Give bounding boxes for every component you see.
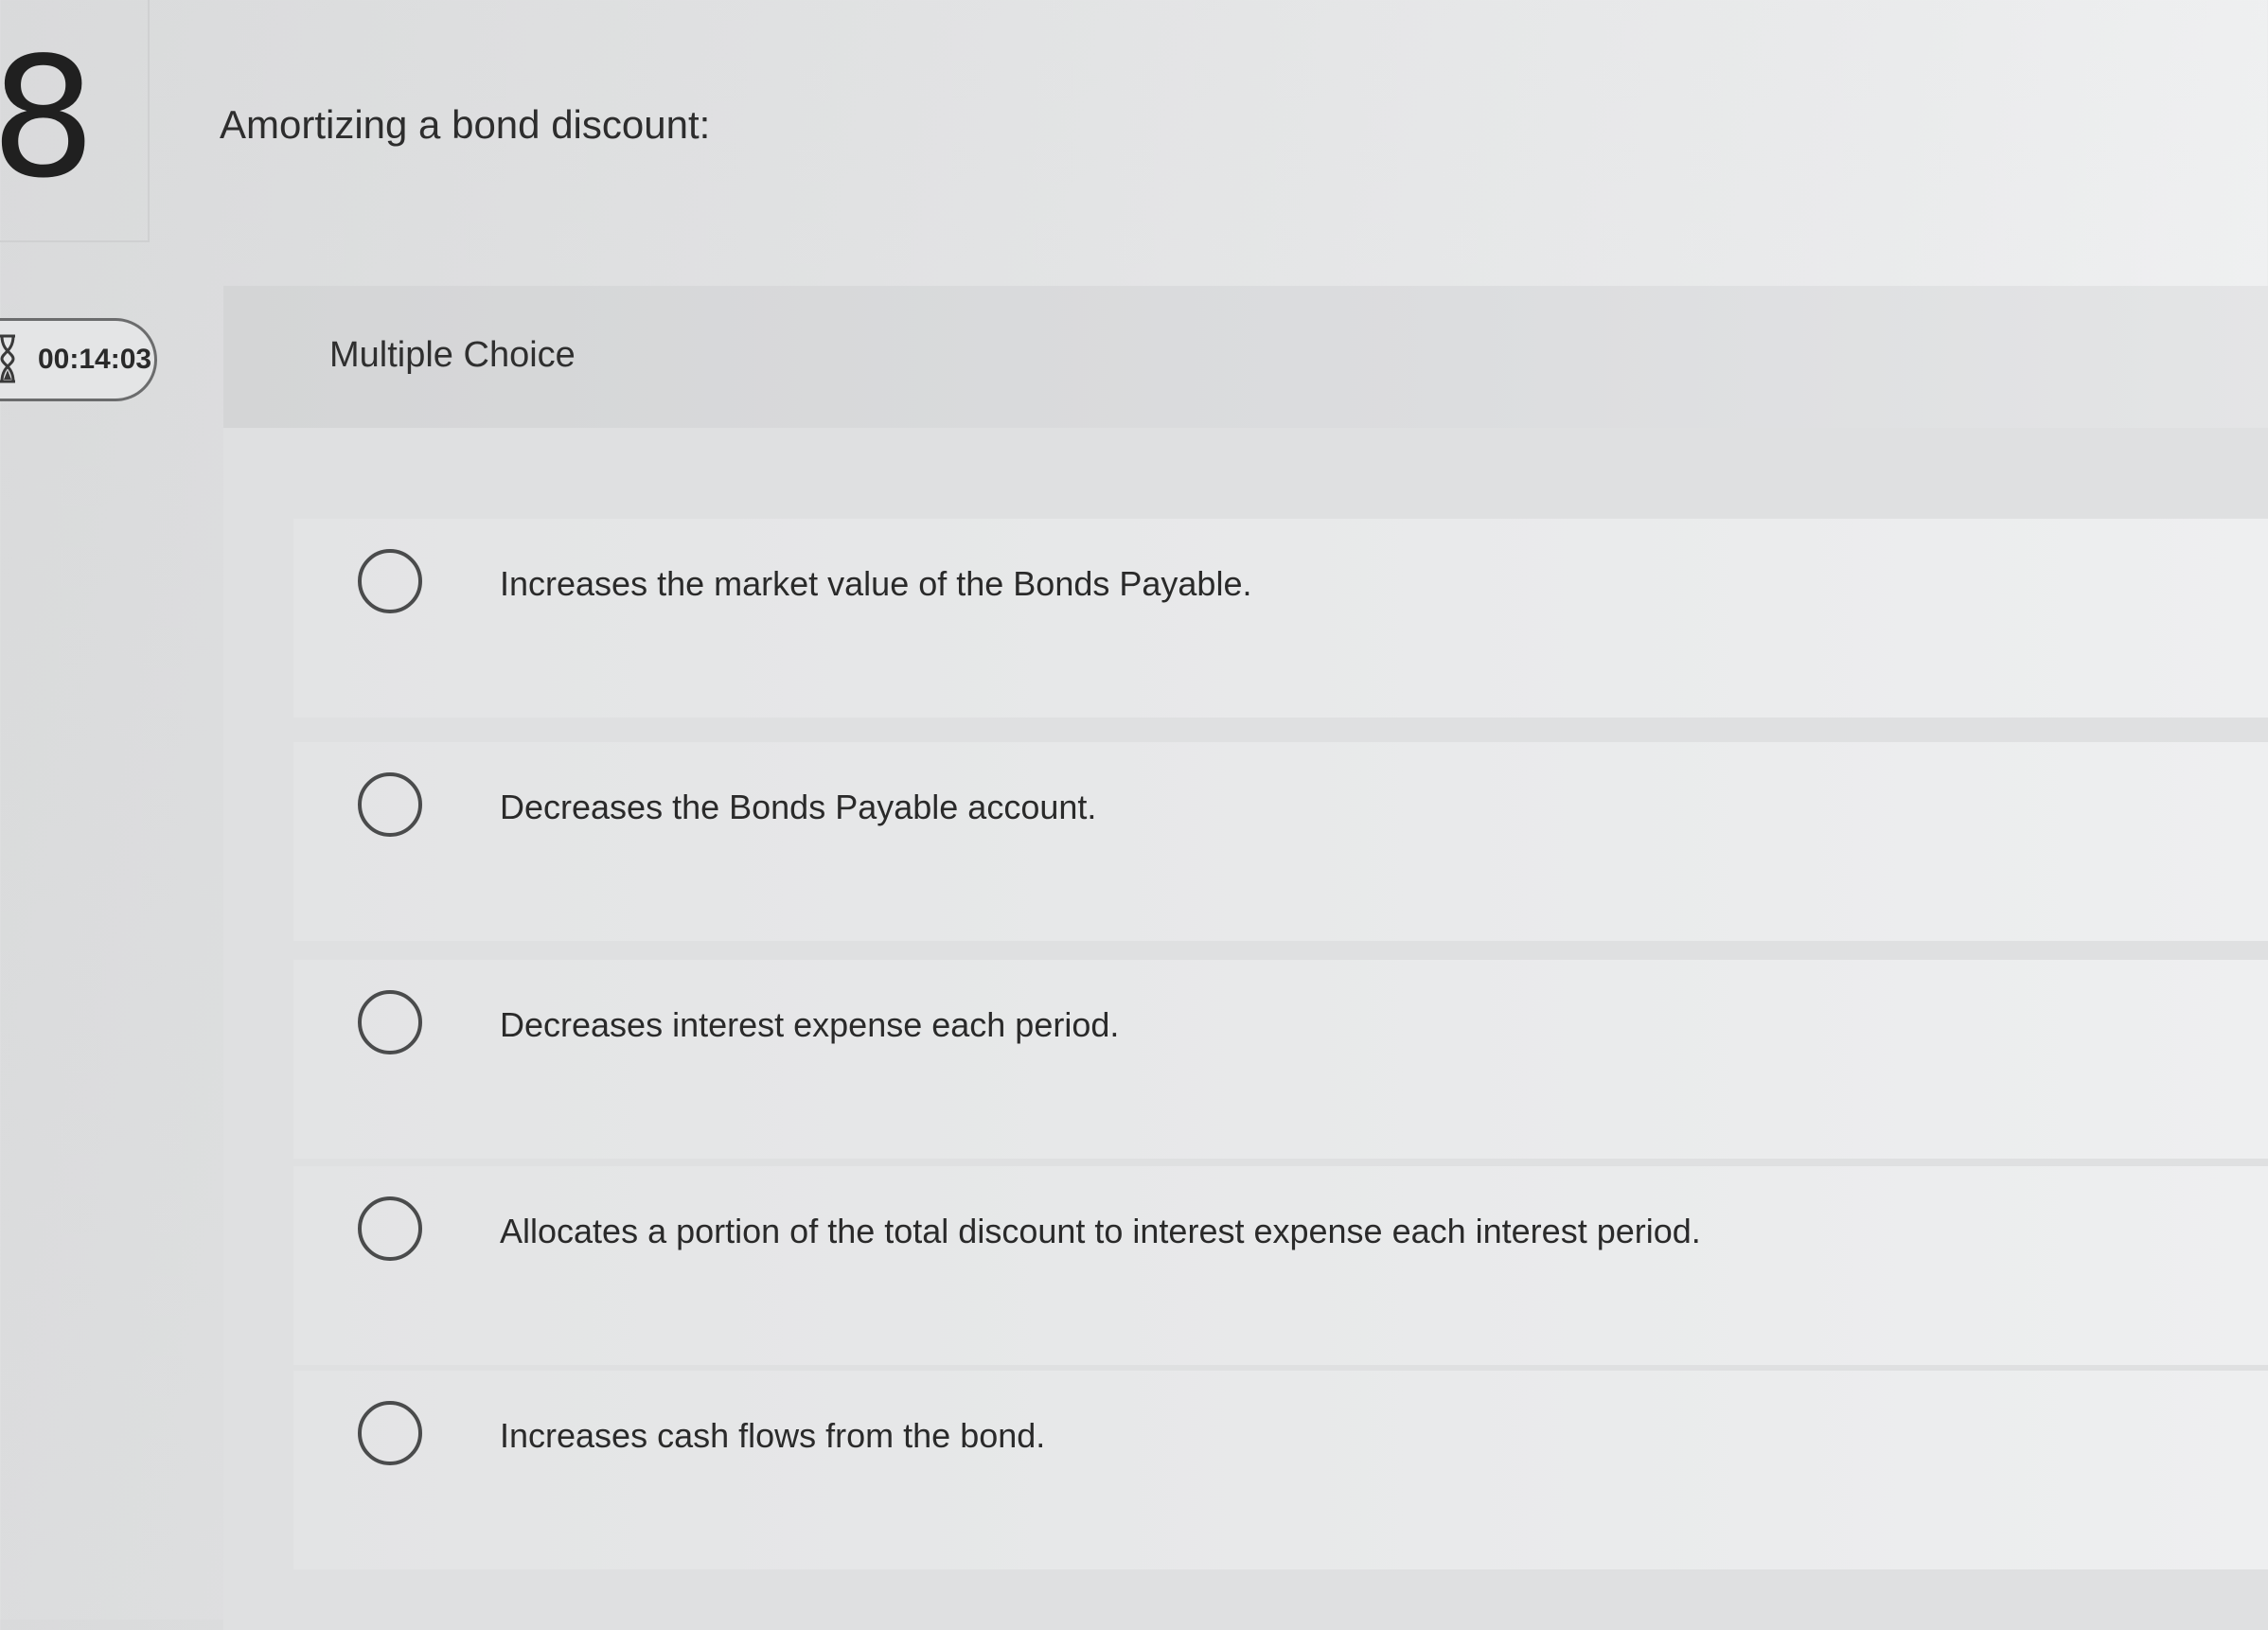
radio-button[interactable] [358,1401,422,1465]
answer-label: Increases cash flows from the bond. [500,1416,1046,1455]
radio-button[interactable] [358,772,422,837]
answer-label: Allocates a portion of the total discoun… [500,1212,1701,1250]
answer-label: Decreases the Bonds Payable account. [500,788,1097,826]
answer-option-4[interactable]: Allocates a portion of the total discoun… [293,1166,2268,1365]
answer-label: Decreases interest expense each period. [500,1005,1120,1044]
question-number: 8 [0,23,97,215]
timer-value: 00:14:03 [38,344,152,375]
hourglass-icon [0,334,15,383]
radio-button[interactable] [358,549,422,613]
radio-button[interactable] [358,1196,422,1261]
answer-label: Increases the market value of the Bonds … [500,564,1252,603]
question-type-label: Multiple Choice [329,335,576,375]
timer: 00:14:03 [0,318,157,401]
answer-option-2[interactable]: Decreases the Bonds Payable account. [293,742,2268,941]
radio-button[interactable] [358,990,422,1054]
answer-option-5[interactable]: Increases cash flows from the bond. [293,1371,2268,1569]
answer-option-1[interactable]: Increases the market value of the Bonds … [293,519,2268,718]
question-prompt: Amortizing a bond discount: [220,102,711,147]
answer-option-3[interactable]: Decreases interest expense each period. [293,960,2268,1159]
question-number-box: 8 [0,0,150,242]
